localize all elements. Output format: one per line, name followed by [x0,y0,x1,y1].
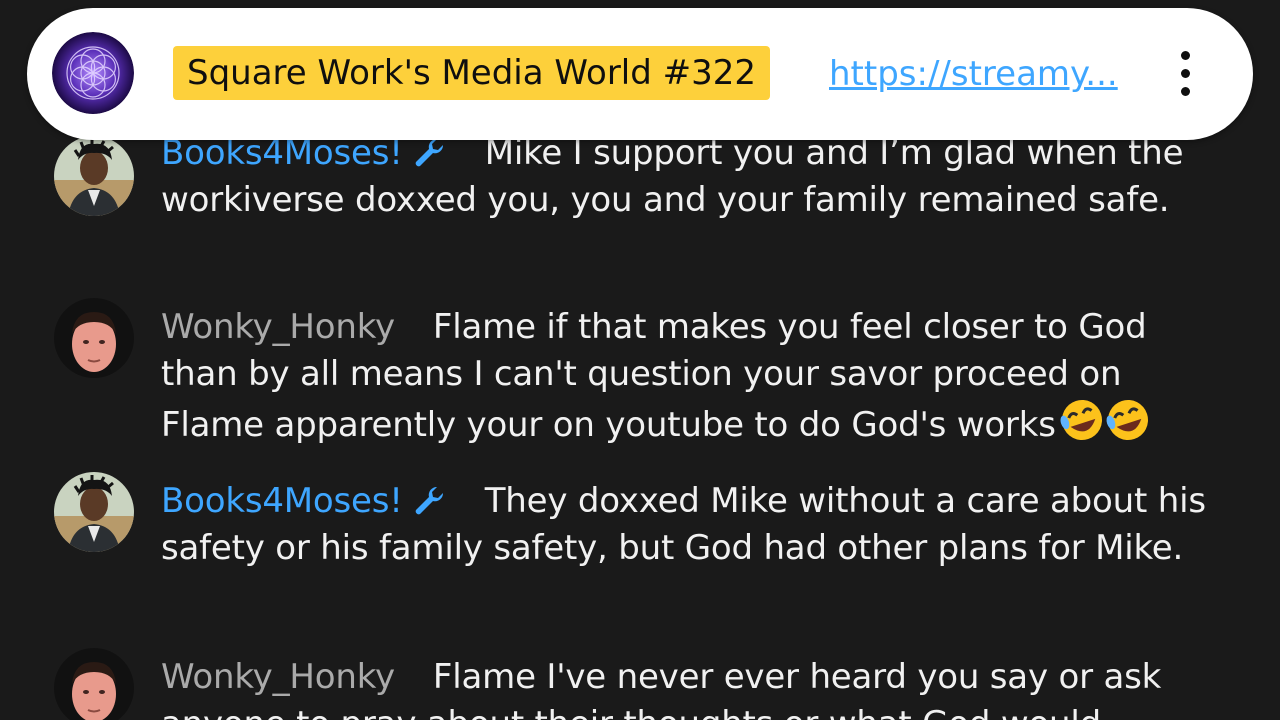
sacred-geometry-avatar-icon [52,32,134,114]
channel-avatar[interactable] [52,32,134,114]
cartoon-avatar-icon [54,472,134,552]
avatar[interactable] [54,648,134,720]
chat-message-text: Books4Moses! Mike I support you and I’m g… [161,133,1184,220]
avatar[interactable] [54,298,134,378]
chat-author-name[interactable]: Wonky_Honky [161,657,395,697]
chat-message-text: Books4Moses! They doxxed Mike without a c… [161,481,1206,568]
chat-author-name[interactable]: Books4Moses! [161,481,447,521]
pinned-message-banner[interactable]: Square Work's Media World #322 https://s… [27,8,1253,140]
wrench-icon [415,138,443,167]
more-options-button[interactable] [1165,44,1205,104]
face-photo-avatar-icon [54,298,134,378]
face-photo-avatar-icon [54,648,134,720]
pinned-message-title: Square Work's Media World #322 [173,46,771,100]
pinned-message-link[interactable]: https://streamy... [829,52,1118,96]
chat-message-text: Wonky_Honky Flame if that makes you feel … [161,304,1231,455]
cartoon-avatar-icon [54,136,134,216]
live-chat-screen: Books4Moses! Mike I support you and I’m g… [0,0,1280,720]
more-vertical-icon [1181,51,1190,60]
avatar[interactable] [54,136,134,216]
chat-author-name[interactable]: Wonky_Honky [161,307,395,347]
avatar[interactable] [54,472,134,552]
laughing-emoji-icon [1060,398,1152,455]
chat-message-text: Wonky_Honky Flame I've never ever heard y… [161,657,1162,720]
wrench-icon [415,486,443,515]
